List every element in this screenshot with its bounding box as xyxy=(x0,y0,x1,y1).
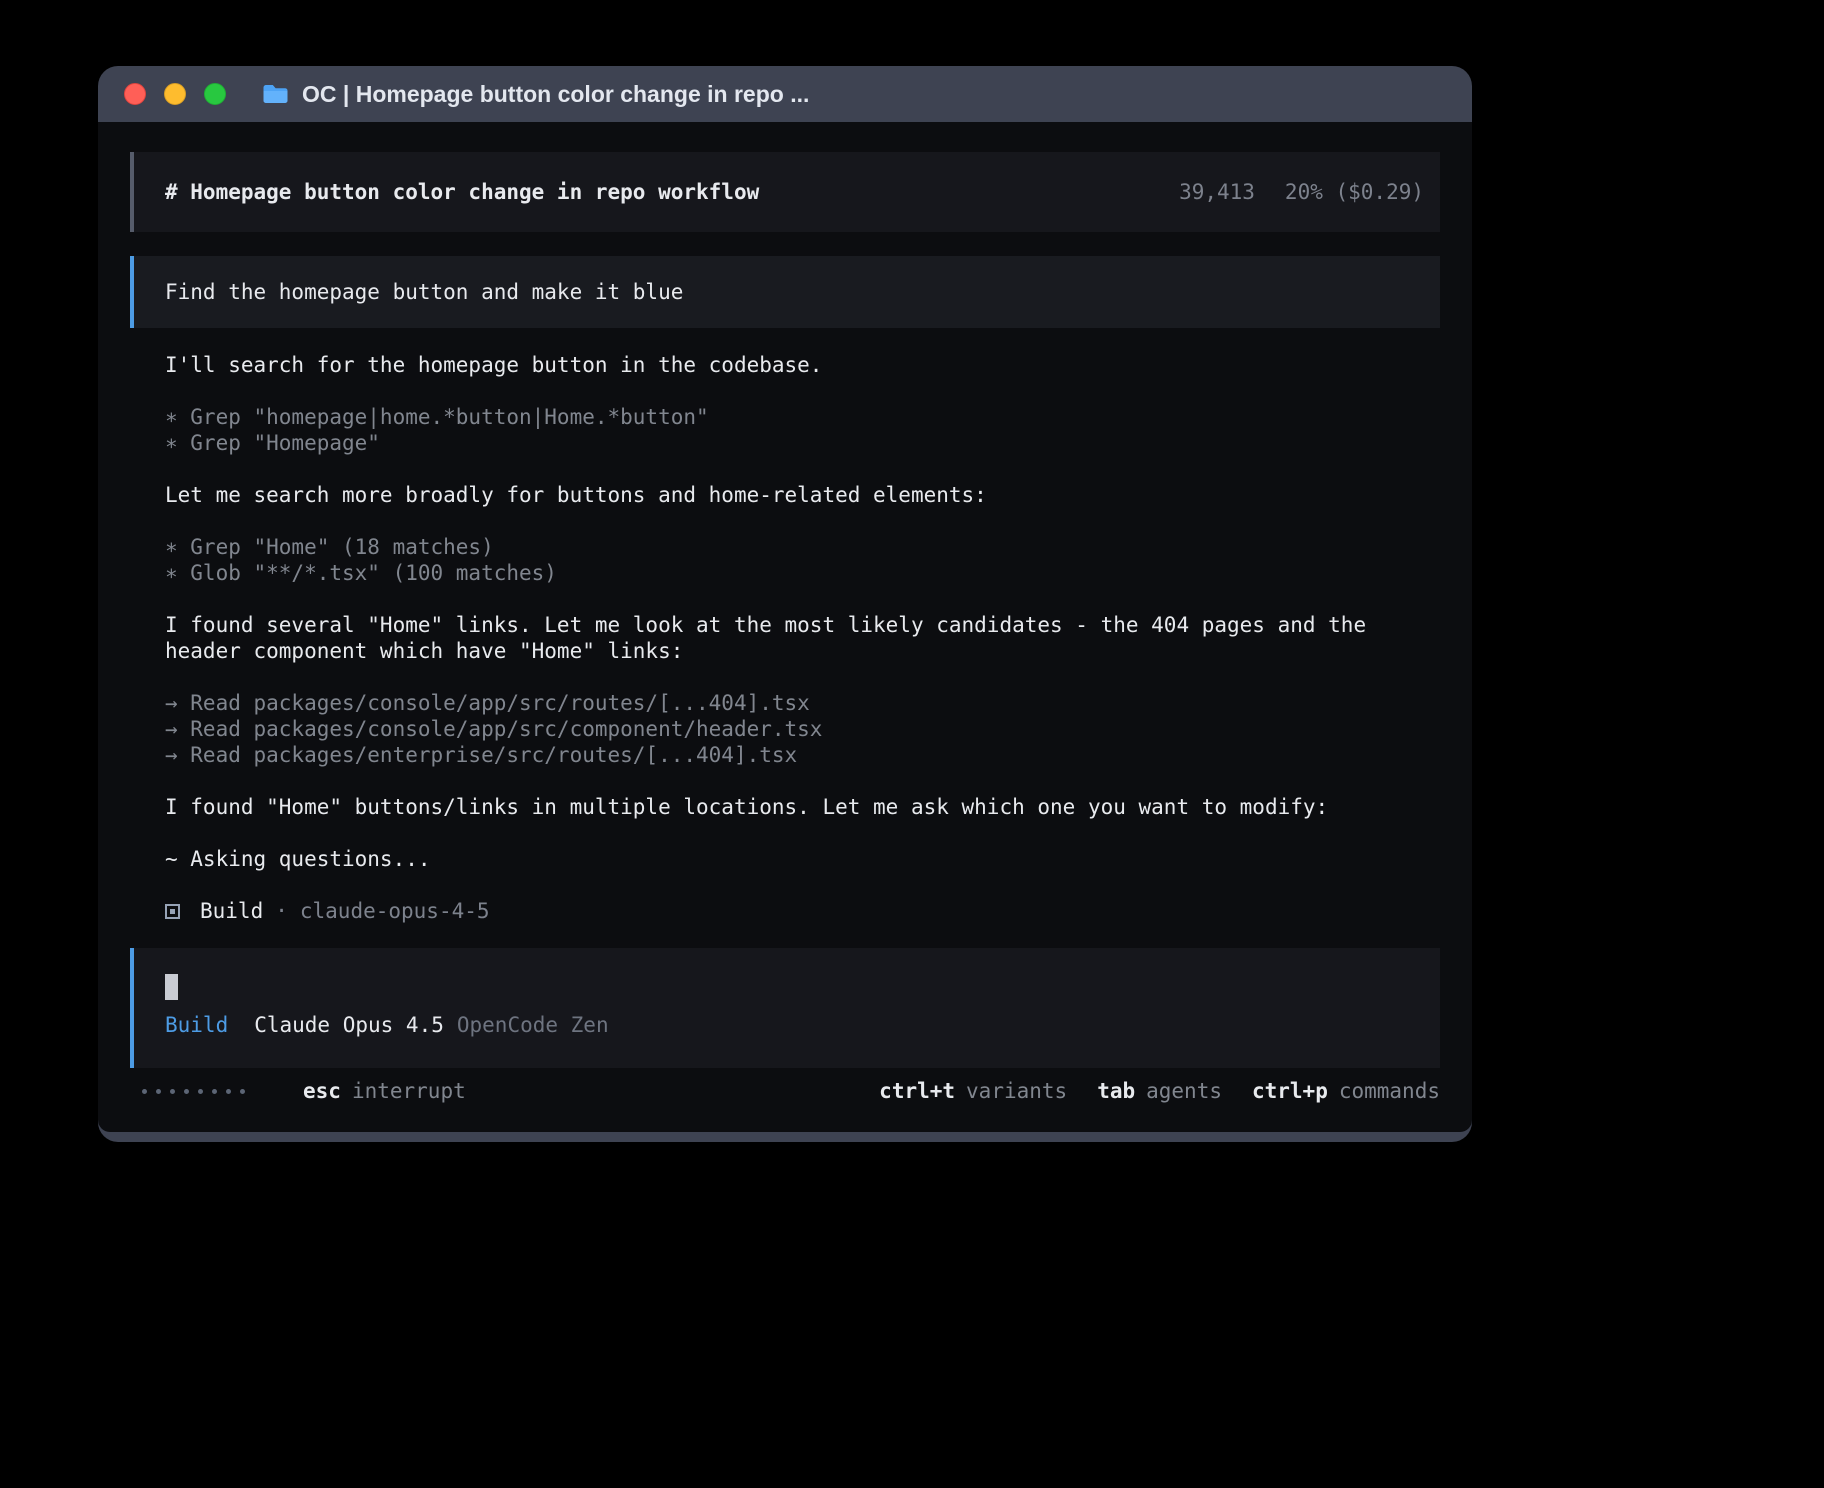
terminal-window: OC | Homepage button color change in rep… xyxy=(98,66,1472,1142)
status-right: ctrl+t variants tab agents ctrl+p comman… xyxy=(879,1079,1440,1103)
tool-call-line: ∗ Grep "Homepage" xyxy=(165,430,1440,456)
agent-model: claude-opus-4-5 xyxy=(300,899,490,923)
shortcut-esc: esc interrupt xyxy=(303,1079,466,1103)
assistant-text-line: Let me search more broadly for buttons a… xyxy=(165,482,1440,508)
session-title: # Homepage button color change in repo w… xyxy=(165,180,759,204)
shortcut-commands: ctrl+p commands xyxy=(1252,1079,1440,1103)
blank-line xyxy=(165,820,1440,846)
shortcut-key: ctrl+p xyxy=(1252,1079,1328,1103)
shortcut-label: commands xyxy=(1339,1079,1440,1103)
minimize-button[interactable] xyxy=(164,83,186,105)
blank-line xyxy=(165,378,1440,404)
blank-line xyxy=(165,586,1440,612)
desktop: OC | Homepage button color change in rep… xyxy=(0,0,1824,1488)
session-stats: 39,413 20% ($0.29) xyxy=(1179,180,1424,204)
shortcut-label: agents xyxy=(1146,1079,1222,1103)
traffic-lights xyxy=(124,83,226,105)
shortcut-key: esc xyxy=(303,1079,341,1103)
assistant-status-line: ~ Asking questions... xyxy=(165,846,1440,872)
status-bar: esc interrupt ctrl+t variants tab agents… xyxy=(130,1079,1440,1103)
window-title: OC | Homepage button color change in rep… xyxy=(302,81,809,108)
shortcut-agents: tab agents xyxy=(1097,1079,1222,1103)
blank-line xyxy=(165,456,1440,482)
assistant-transcript: I'll search for the homepage button in t… xyxy=(130,352,1440,898)
token-count: 39,413 xyxy=(1179,180,1255,204)
folder-icon xyxy=(262,83,289,105)
shortcut-variants: ctrl+t variants xyxy=(879,1079,1067,1103)
agent-status-row: Build · claude-opus-4-5 xyxy=(165,898,1440,924)
terminal-content[interactable]: # Homepage button color change in repo w… xyxy=(98,122,1472,1132)
assistant-text-line: I found "Home" buttons/links in multiple… xyxy=(165,794,1440,820)
input-footer: Build Claude Opus 4.5 OpenCode Zen xyxy=(165,1013,1440,1037)
model-label: Claude Opus 4.5 xyxy=(254,1013,444,1037)
shortcut-key: ctrl+t xyxy=(879,1079,955,1103)
prompt-input[interactable]: Build Claude Opus 4.5 OpenCode Zen xyxy=(130,948,1440,1068)
shortcut-label: interrupt xyxy=(352,1079,466,1103)
blank-line xyxy=(165,508,1440,534)
tool-call-line: ∗ Glob "**/*.tsx" (100 matches) xyxy=(165,560,1440,586)
tool-call-line: → Read packages/console/app/src/componen… xyxy=(165,716,1440,742)
blank-line xyxy=(165,664,1440,690)
user-message: Find the homepage button and make it blu… xyxy=(130,256,1440,328)
blank-line xyxy=(165,872,1440,898)
tool-call-line: → Read packages/enterprise/src/routes/[.… xyxy=(165,742,1440,768)
text-cursor xyxy=(165,974,178,1000)
agent-build-icon xyxy=(165,904,180,919)
assistant-text-line: I found several "Home" links. Let me loo… xyxy=(165,612,1440,664)
user-message-text: Find the homepage button and make it blu… xyxy=(165,280,683,304)
agent-name: Build xyxy=(200,899,263,923)
provider-label: OpenCode Zen xyxy=(457,1013,609,1037)
mode-label: Build xyxy=(165,1013,228,1037)
session-header: # Homepage button color change in repo w… xyxy=(130,152,1440,232)
context-usage-cost: 20% ($0.29) xyxy=(1285,180,1424,204)
assistant-text-line: I'll search for the homepage button in t… xyxy=(165,352,1440,378)
tool-call-line: ∗ Grep "homepage|home.*button|Home.*butt… xyxy=(165,404,1440,430)
status-left: esc interrupt xyxy=(142,1079,466,1103)
shortcut-key: tab xyxy=(1097,1079,1135,1103)
spinner-dots xyxy=(142,1089,245,1094)
tool-call-line: ∗ Grep "Home" (18 matches) xyxy=(165,534,1440,560)
window-titlebar: OC | Homepage button color change in rep… xyxy=(98,66,1472,122)
zoom-button[interactable] xyxy=(204,83,226,105)
close-button[interactable] xyxy=(124,83,146,105)
blank-line xyxy=(165,768,1440,794)
agent-separator: · xyxy=(275,899,288,923)
tool-call-line: → Read packages/console/app/src/routes/[… xyxy=(165,690,1440,716)
shortcut-label: variants xyxy=(966,1079,1067,1103)
